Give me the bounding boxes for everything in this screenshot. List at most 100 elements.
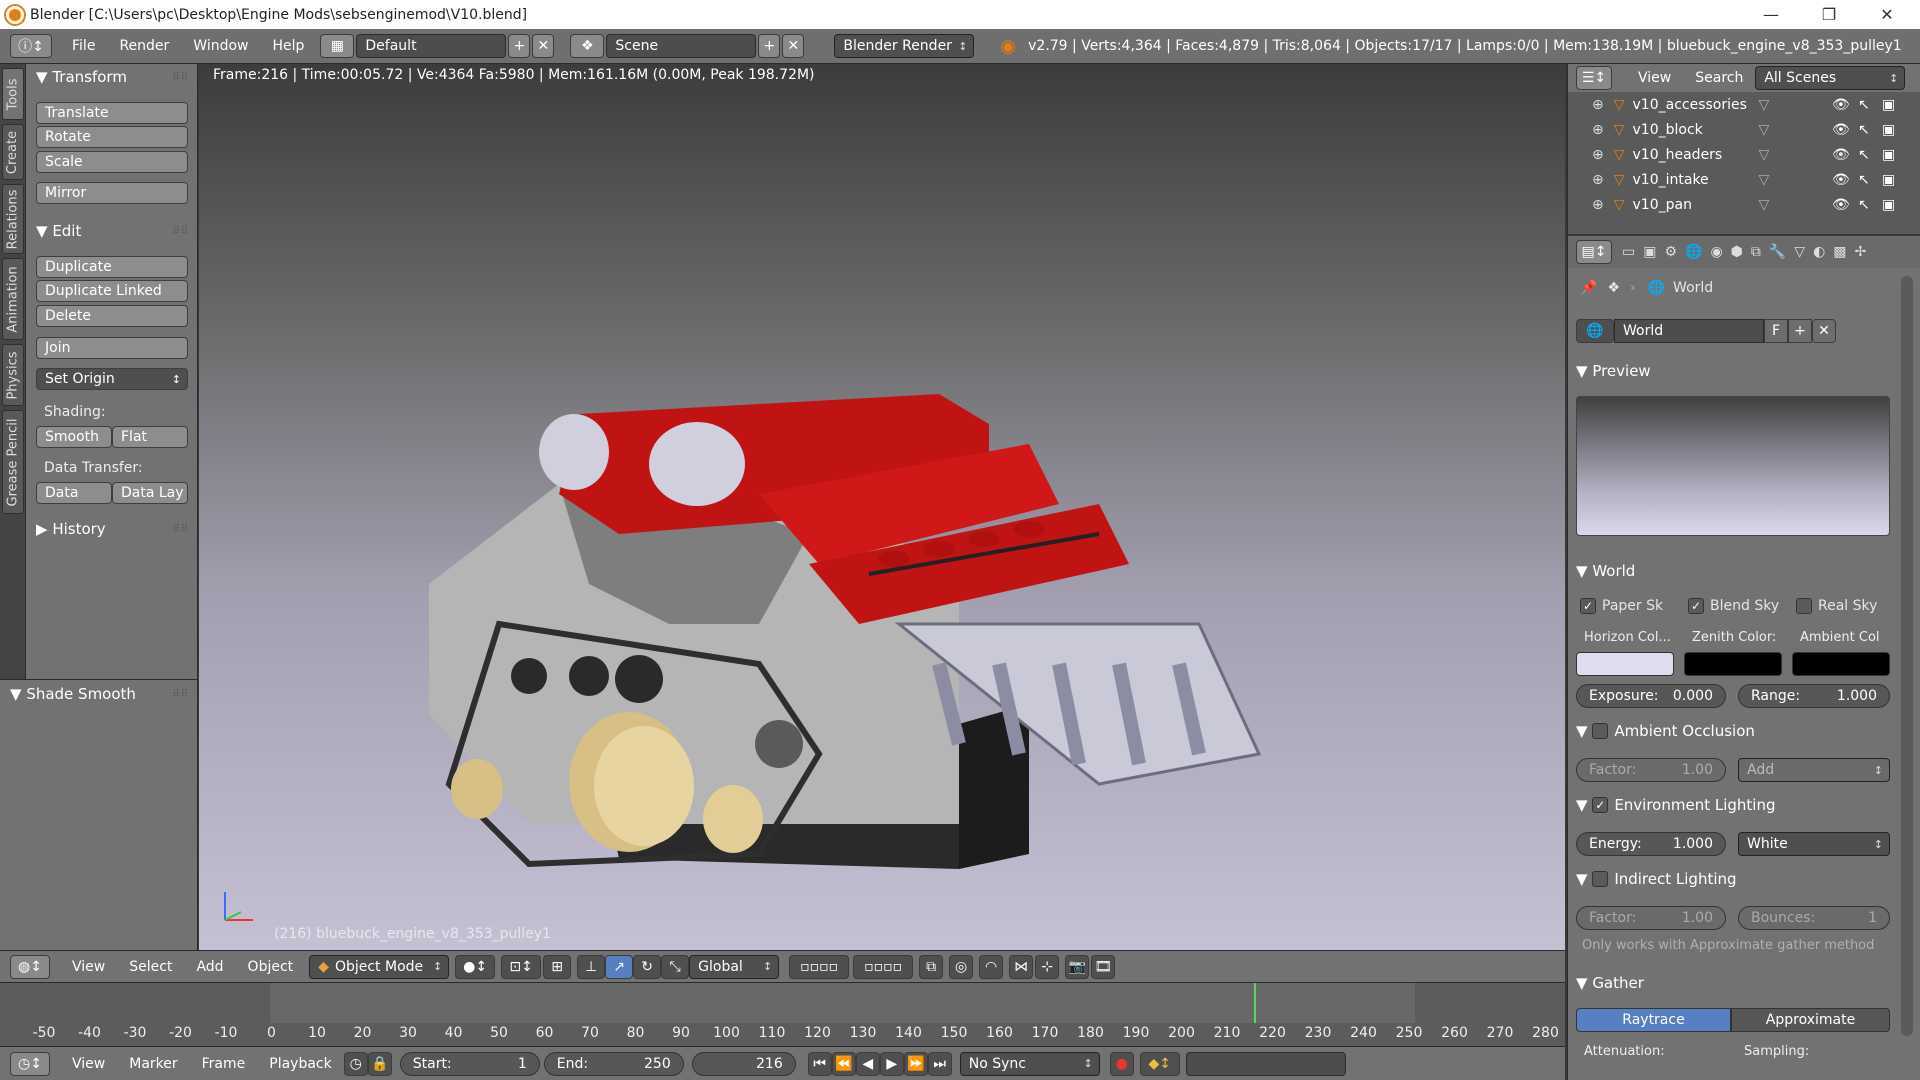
menu-timeline-view[interactable]: View <box>60 1056 117 1072</box>
render-engine-dropdown[interactable]: Blender Render <box>834 34 975 58</box>
viewport-shading-icon[interactable]: ●↕ <box>455 954 496 979</box>
jump-keyframe-back-icon[interactable]: ⏪ <box>831 1051 856 1076</box>
end-frame-field[interactable]: End: 250 <box>543 1051 684 1076</box>
menu-frame[interactable]: Frame <box>190 1056 258 1072</box>
translate-manipulator-icon[interactable]: ↗ <box>605 954 634 979</box>
approximate-toggle[interactable]: Approximate <box>1731 1008 1890 1032</box>
outliner-item[interactable]: ⊕ ▽ v10_headers ▽ 👁 ↖ ▣ <box>1568 142 1908 167</box>
panel-edit-header[interactable]: ▼ Edit <box>36 222 81 240</box>
selectable-cursor-icon[interactable]: ↖ <box>1858 97 1870 113</box>
gather-panel-header[interactable]: ▼ Gather <box>1576 974 1644 992</box>
scale-manipulator-icon[interactable]: ⤡ <box>661 954 690 979</box>
menu-marker[interactable]: Marker <box>117 1056 189 1072</box>
visibility-eye-icon[interactable]: 👁 <box>1832 147 1850 163</box>
manipulator-toggle-icon[interactable]: ⊞ <box>543 954 572 979</box>
menu-window[interactable]: Window <box>181 38 260 54</box>
add-layout-icon[interactable]: + <box>508 34 531 58</box>
renderable-camera-icon[interactable]: ▣ <box>1882 147 1895 163</box>
visibility-eye-icon[interactable]: 👁 <box>1832 122 1850 138</box>
zenith-color-swatch[interactable] <box>1684 652 1782 676</box>
timeline-editor[interactable]: -50 -40 -30 -20 -10 0 10 20 30 40 50 60 70 80 90 100 110… <box>0 982 1565 1046</box>
start-frame-field[interactable]: Start: 1 <box>399 1051 540 1076</box>
new-world-icon[interactable]: + <box>1788 319 1812 343</box>
data-transfer-button[interactable]: Data <box>36 482 112 504</box>
indirect-factor-field[interactable]: Factor: 1.00 <box>1576 906 1726 930</box>
play-icon[interactable]: ▶ <box>879 1051 904 1076</box>
expand-icon[interactable]: ⊕ <box>1592 147 1604 163</box>
duplicate-button[interactable]: Duplicate <box>36 256 188 278</box>
selectable-cursor-icon[interactable]: ↖ <box>1858 197 1870 213</box>
horizon-color-swatch[interactable] <box>1576 652 1674 676</box>
render-animation-icon[interactable]: 🎞 <box>1091 954 1116 979</box>
tab-tools[interactable]: Tools <box>2 68 24 120</box>
environment-color-dropdown[interactable]: White <box>1738 832 1890 856</box>
add-scene-icon[interactable]: + <box>758 34 781 58</box>
outliner-filter-dropdown[interactable]: All Scenes <box>1755 66 1906 90</box>
renderable-camera-icon[interactable]: ▣ <box>1882 97 1895 113</box>
panel-transform-header[interactable]: ▼ Transform <box>36 68 127 86</box>
screen-layout-icon[interactable]: ▦ <box>320 34 355 58</box>
jump-keyframe-forward-icon[interactable]: ⏩ <box>903 1051 928 1076</box>
world-panel-header[interactable]: ▼ World <box>1576 562 1635 580</box>
panel-history-header[interactable]: ▶ History <box>36 520 106 538</box>
menu-view[interactable]: View <box>60 959 117 975</box>
duplicate-linked-button[interactable]: Duplicate Linked <box>36 280 188 302</box>
visibility-eye-icon[interactable]: 👁 <box>1832 172 1850 188</box>
paper-sky-checkbox[interactable]: ✓ Paper Sk <box>1580 598 1663 614</box>
mirror-button[interactable]: Mirror <box>36 182 188 204</box>
remove-scene-icon[interactable]: ✕ <box>782 34 805 58</box>
fake-user-button[interactable]: F <box>1764 319 1788 343</box>
expand-icon[interactable]: ⊕ <box>1592 97 1604 113</box>
proportional-edit-icon[interactable]: ◎ <box>949 954 974 979</box>
proportional-falloff-icon[interactable]: ◠ <box>979 954 1004 979</box>
blend-sky-checkbox[interactable]: ✓ Blend Sky <box>1688 598 1779 614</box>
tab-create[interactable]: Create <box>2 124 24 180</box>
scale-button[interactable]: Scale <box>36 151 188 173</box>
expand-icon[interactable]: ⊕ <box>1592 172 1604 188</box>
selectable-cursor-icon[interactable]: ↖ <box>1858 122 1870 138</box>
mode-dropdown[interactable]: ◆ Object Mode <box>309 954 450 979</box>
menu-object[interactable]: Object <box>236 959 306 975</box>
editor-type-outliner-icon[interactable]: ☰↕ <box>1576 66 1612 90</box>
sync-mode-dropdown[interactable]: No Sync <box>959 1051 1100 1076</box>
tab-grease-pencil[interactable]: Grease Pencil <box>2 410 24 514</box>
rotate-button[interactable]: Rotate <box>36 126 188 148</box>
menu-file[interactable]: File <box>60 38 107 54</box>
menu-select[interactable]: Select <box>117 959 184 975</box>
3d-viewport[interactable]: Frame:216 | Time:00:05.72 | Ve:4364 Fa:5… <box>199 64 1565 950</box>
renderable-camera-icon[interactable]: ▣ <box>1882 122 1895 138</box>
unlink-world-icon[interactable]: ✕ <box>1812 319 1836 343</box>
menu-render[interactable]: Render <box>107 38 181 54</box>
selectable-cursor-icon[interactable]: ↖ <box>1858 172 1870 188</box>
range-field[interactable]: Range: 1.000 <box>1738 684 1890 708</box>
orientation-dropdown[interactable]: Global <box>689 954 780 979</box>
visibility-eye-icon[interactable]: 👁 <box>1832 97 1850 113</box>
set-origin-dropdown[interactable]: Set Origin ↕ <box>36 368 188 390</box>
translate-button[interactable]: Translate <box>36 102 188 124</box>
keying-set-icon[interactable]: ◆↕ <box>1139 1051 1180 1076</box>
delete-button[interactable]: Delete <box>36 305 188 327</box>
join-button[interactable]: Join <box>36 337 188 359</box>
properties-context-tabs[interactable]: ▭▣⚙🌐◉⬢⧉🔧▽◐▩✢ <box>1622 244 1874 260</box>
manipulator-axes-icon[interactable]: ⊥ <box>577 954 606 979</box>
indirect-lighting-header[interactable]: ▼ Indirect Lighting <box>1576 870 1737 888</box>
environment-lighting-header[interactable]: ▼ ✓ Environment Lighting <box>1576 796 1776 814</box>
editor-type-properties-icon[interactable]: ▤↕ <box>1576 240 1612 264</box>
current-frame-marker[interactable] <box>1254 983 1257 1023</box>
current-frame-field[interactable]: 216 <box>691 1051 796 1076</box>
ao-factor-field[interactable]: Factor: 1.00 <box>1576 758 1726 782</box>
layers-grid-1[interactable]: ▫▫▫▫ <box>789 954 850 979</box>
energy-field[interactable]: Energy: 1.000 <box>1576 832 1726 856</box>
jump-start-icon[interactable]: ⏮ <box>807 1051 832 1076</box>
shade-flat-button[interactable]: Flat <box>112 426 188 448</box>
maximize-button[interactable]: ❐ <box>1800 0 1858 29</box>
shade-smooth-button[interactable]: Smooth <box>36 426 112 448</box>
editor-type-info-icon[interactable]: ⓘ↕ <box>10 34 52 58</box>
lock-time-icon[interactable]: 🔒 <box>367 1051 392 1076</box>
outliner-item[interactable]: ⊕ ▽ v10_intake ▽ 👁 ↖ ▣ <box>1568 167 1908 192</box>
record-keyframes-icon[interactable]: ● <box>1109 1051 1134 1076</box>
visibility-eye-icon[interactable]: 👁 <box>1832 197 1850 213</box>
expand-icon[interactable]: ⊕ <box>1592 122 1604 138</box>
minimize-button[interactable]: — <box>1742 0 1800 29</box>
bounces-field[interactable]: Bounces: 1 <box>1738 906 1890 930</box>
